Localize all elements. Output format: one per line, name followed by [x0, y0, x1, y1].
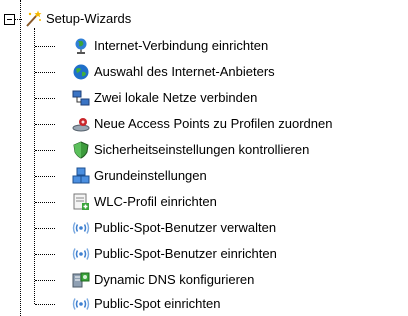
item-label: Zwei lokale Netze verbinden	[94, 90, 258, 105]
tree-root-setup-wizards[interactable]: Setup-Wizards	[24, 9, 131, 29]
item-public-spot-benutzer-einrichten[interactable]: Public-Spot-Benutzer einrichten	[72, 244, 277, 264]
item-wlc-profil[interactable]: WLC-Profil einrichten	[72, 192, 217, 212]
item-internet-verbindung[interactable]: Internet-Verbindung einrichten	[72, 36, 268, 56]
branch-line	[35, 72, 55, 73]
branch-line	[35, 304, 55, 305]
item-zwei-netze[interactable]: Zwei lokale Netze verbinden	[72, 88, 257, 108]
collapse-toggle-icon[interactable]	[4, 14, 15, 25]
item-label: Neue Access Points zu Profilen zuordnen	[94, 116, 333, 131]
network-computers-icon	[72, 89, 90, 107]
branch-line	[35, 228, 55, 229]
item-label: Grundeinstellungen	[94, 168, 207, 183]
branch-line	[35, 46, 55, 47]
setup-wizard-tree: Setup-Wizards Internet-Verbindung einric…	[0, 0, 408, 316]
item-label: Auswahl des Internet-Anbieters	[94, 64, 275, 79]
dns-server-icon	[72, 271, 90, 289]
children-trunk-line	[34, 28, 35, 304]
item-grundeinstellungen[interactable]: Grundeinstellungen	[72, 166, 207, 186]
item-access-points[interactable]: Neue Access Points zu Profilen zuordnen	[72, 114, 332, 134]
branch-line	[35, 124, 55, 125]
magic-wand-icon	[24, 10, 42, 28]
shield-icon	[72, 141, 90, 159]
device-stack-icon	[72, 167, 90, 185]
wireless-signal-icon	[72, 245, 90, 263]
item-public-spot-verwalten[interactable]: Public-Spot-Benutzer verwalten	[72, 218, 276, 238]
wireless-signal-icon	[72, 219, 90, 237]
globe-stand-icon	[72, 37, 90, 55]
profile-sheet-icon	[72, 193, 90, 211]
root-connector-line	[14, 19, 22, 20]
tree-root-label: Setup-Wizards	[46, 11, 132, 26]
item-label: Sicherheitseinstellungen kontrollieren	[94, 142, 310, 157]
globe-icon	[72, 63, 90, 81]
access-point-icon	[72, 115, 90, 133]
branch-line	[35, 98, 55, 99]
item-label: Dynamic DNS konfigurieren	[94, 272, 255, 287]
branch-line	[35, 280, 55, 281]
branch-line	[35, 254, 55, 255]
wireless-signal-icon	[72, 295, 90, 313]
item-label: Internet-Verbindung einrichten	[94, 38, 269, 53]
item-label: WLC-Profil einrichten	[94, 194, 217, 209]
item-label: Public-Spot-Benutzer verwalten	[94, 220, 277, 235]
item-public-spot-einrichten[interactable]: Public-Spot einrichten	[72, 294, 220, 314]
item-label: Public-Spot einrichten	[94, 296, 221, 311]
branch-line	[35, 202, 55, 203]
root-trunk-line	[20, 0, 21, 316]
item-sicherheit[interactable]: Sicherheitseinstellungen kontrollieren	[72, 140, 309, 160]
branch-line	[35, 150, 55, 151]
item-dynamic-dns[interactable]: Dynamic DNS konfigurieren	[72, 270, 254, 290]
item-label: Public-Spot-Benutzer einrichten	[94, 246, 277, 261]
item-internet-anbieter[interactable]: Auswahl des Internet-Anbieters	[72, 62, 275, 82]
branch-line	[35, 176, 55, 177]
